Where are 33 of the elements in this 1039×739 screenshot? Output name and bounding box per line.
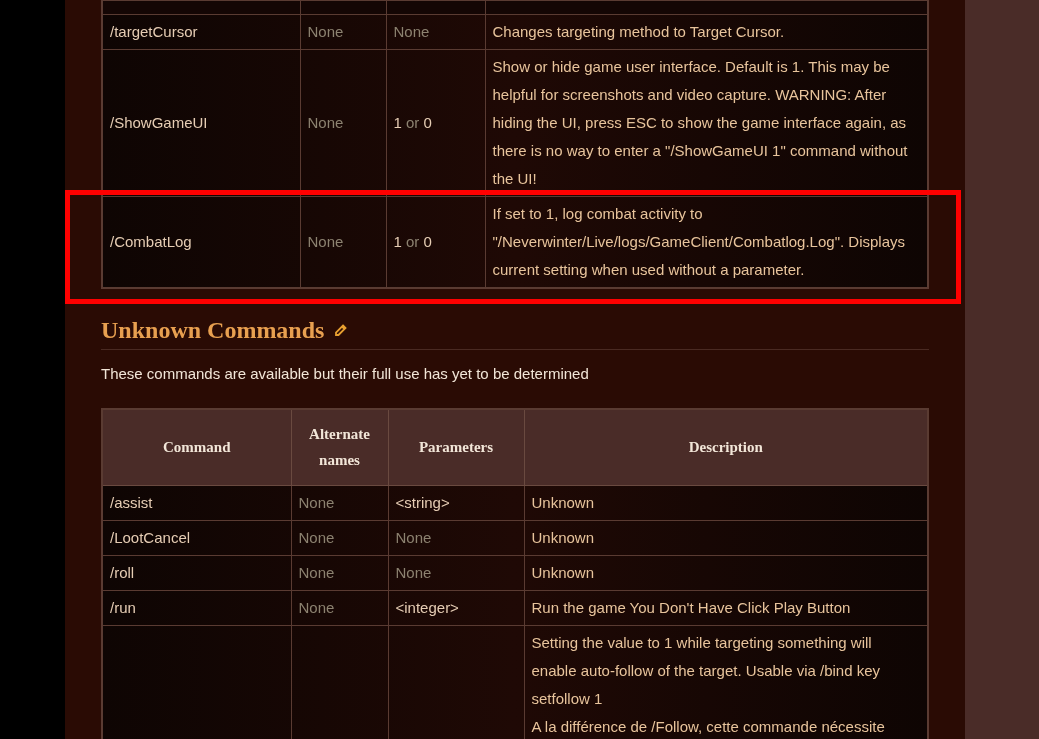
table-cell-text: Unknown bbox=[531, 493, 596, 513]
table-cell: None bbox=[300, 14, 386, 50]
edit-icon[interactable] bbox=[334, 323, 348, 337]
table-cell: None bbox=[386, 14, 485, 50]
section-intro: These commands are available but their full use has yet to be determined bbox=[101, 364, 590, 384]
table-cell: /LootCancel bbox=[102, 520, 291, 556]
table-cell: None bbox=[388, 520, 524, 556]
table-cell-text: If set to 1, log combat activity to "/Neverwinter/Live/logs/GameClient/Combatlog.Log". Displays current setting when used without a parameter. bbox=[492, 204, 906, 280]
table-cell: None bbox=[291, 590, 388, 626]
table-cell: /roll bbox=[102, 555, 291, 591]
table-cell: None bbox=[291, 485, 388, 521]
table-cell: /targetCursor bbox=[102, 14, 300, 50]
table-cell-text: A la différence de /Follow, cette commande nécessite bbox=[531, 717, 886, 737]
table-cell: /assist bbox=[102, 485, 291, 521]
column-header: Parameters bbox=[388, 408, 524, 486]
table-cell: None bbox=[388, 555, 524, 591]
table-cell: /ShowGameUI bbox=[102, 49, 300, 197]
table-cell: /run bbox=[102, 590, 291, 626]
table-cell: 1 or 0 bbox=[386, 49, 485, 197]
table-cell-text: Changes targeting method to Target Cursor. bbox=[492, 22, 786, 42]
table-cell-text: Run the game You Don't Have Click Play Button bbox=[531, 598, 852, 618]
section-heading: Unknown Commands bbox=[101, 316, 325, 345]
table-cell-text: Unknown bbox=[531, 563, 596, 583]
table-cell: <string> bbox=[388, 485, 524, 521]
column-header: Alternate names bbox=[291, 408, 388, 486]
table-cell: None bbox=[291, 555, 388, 591]
table-cell-text: Unknown bbox=[531, 528, 596, 548]
table-cell: <integer> bbox=[388, 590, 524, 626]
table-cell-text: Setting the value to 1 while targeting something will enable auto-follow of the target. Usable via /bind key setfollow 1 bbox=[531, 633, 882, 709]
table-cell: None bbox=[300, 49, 386, 197]
table-cell: None bbox=[291, 520, 388, 556]
table-cell-text: Show or hide game user interface. Default is 1. This may be helpful for screenshots and video capture. WARNING: After hiding the UI, press ESC to show the game interface again, as there is no way to enter a "/ShowGameUI 1" command without the UI! bbox=[492, 57, 909, 189]
column-header: Command bbox=[102, 408, 291, 486]
